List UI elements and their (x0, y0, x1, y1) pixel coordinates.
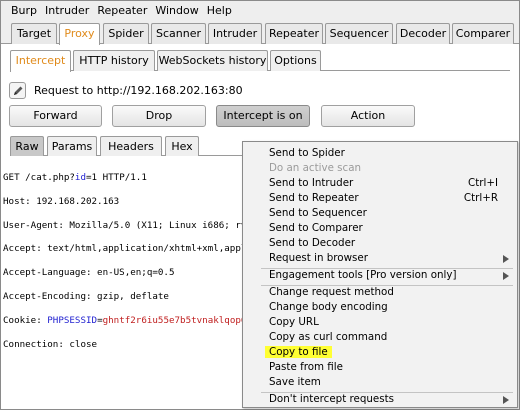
tab-hex[interactable]: Hex (165, 136, 199, 156)
submenu-arrow-icon (503, 396, 509, 404)
action-button[interactable]: Action (321, 105, 415, 127)
tab-headers[interactable]: Headers (100, 136, 162, 156)
submenu-arrow-icon (503, 255, 509, 263)
raw-request-editor[interactable]: GET /cat.php?id=1 HTTP/1.1 Host: 192.168… (3, 160, 248, 362)
menu-item-send-to-sequencer[interactable]: Send to Sequencer (243, 206, 517, 221)
shortcut-intruder: Ctrl+I (468, 177, 498, 189)
tab-decoder[interactable]: Decoder (396, 23, 450, 44)
tab-spider[interactable]: Spider (103, 23, 149, 44)
main-tab-bar: Target Proxy Spider Scanner Intruder Rep… (1, 20, 519, 45)
tab-scanner[interactable]: Scanner (151, 23, 206, 44)
menu-item-send-to-repeater[interactable]: Send to Repeater Ctrl+R (243, 191, 517, 206)
accept-encoding-header: Accept-Encoding: gzip, deflate (3, 290, 169, 302)
request-line: GET /cat.php?id=1 HTTP/1.1 (3, 171, 147, 183)
menu-item-send-to-decoder[interactable]: Send to Decoder (243, 236, 517, 251)
menu-item-engagement-tools[interactable]: Engagement tools [Pro version only] (243, 268, 517, 283)
edit-request-button[interactable] (9, 82, 26, 99)
menu-item-send-to-spider[interactable]: Send to Spider (243, 146, 517, 161)
tab-comparer[interactable]: Comparer (452, 23, 514, 44)
menu-item-active-scan: Do an active scan (269, 162, 362, 174)
menu-item-save-item[interactable]: Save item (243, 375, 517, 390)
menu-item-send-to-intruder[interactable]: Send to Intruder Ctrl+I (243, 176, 517, 191)
cookie-value: ghntf2r6iu55e7b5tvnaklqop6 (102, 314, 247, 326)
menu-item-paste-from-file[interactable]: Paste from file (243, 360, 517, 375)
menu-item-copy-as-curl[interactable]: Copy as curl command (243, 330, 517, 345)
menu-intruder[interactable]: Intruder (41, 1, 93, 20)
menu-bar: Burp Intruder Repeater Window Help (1, 1, 519, 20)
menu-item-copy-to-file[interactable]: Copy to file (243, 345, 517, 360)
tab-options[interactable]: Options (270, 50, 321, 71)
tab-proxy[interactable]: Proxy (59, 23, 100, 45)
menu-item-change-body-encoding[interactable]: Change body encoding (243, 300, 517, 315)
menu-item-request-in-browser[interactable]: Request in browser (243, 251, 517, 266)
host-header: Host: 192.168.202.163 (3, 195, 120, 207)
proxy-subtab-bar: Intercept HTTP history WebSockets histor… (10, 50, 510, 72)
forward-button[interactable]: Forward (9, 105, 102, 127)
cookie-header: Cookie: PHPSESSID=ghntf2r6iu55e7b5tvnakl… (3, 314, 247, 326)
menu-window[interactable]: Window (151, 1, 202, 20)
menu-repeater[interactable]: Repeater (93, 1, 151, 20)
tab-intruder[interactable]: Intruder (208, 23, 262, 44)
tab-params[interactable]: Params (47, 136, 97, 156)
connection-header: Connection: close (3, 338, 98, 350)
menu-burp[interactable]: Burp (7, 1, 41, 20)
cookie-name: PHPSESSID (47, 314, 98, 326)
highlighted-copy-to-file: Copy to file (265, 346, 332, 358)
tab-repeater[interactable]: Repeater (265, 23, 323, 44)
query-param-name: id (74, 171, 86, 183)
accept-language-header: Accept-Language: en-US,en;q=0.5 (3, 267, 175, 279)
request-target-label: Request to http://192.168.202.163:80 (34, 84, 243, 97)
context-menu: Send to Spider Do an active scan Send to… (242, 141, 518, 408)
pencil-icon (14, 86, 23, 95)
drop-button[interactable]: Drop (112, 105, 206, 127)
user-agent-header: User-Agent: Mozilla/5.0 (X11; Linux i686… (3, 219, 248, 231)
intercept-toggle-button[interactable]: Intercept is on (216, 105, 310, 127)
submenu-arrow-icon (503, 272, 509, 280)
accept-header: Accept: text/html,application/xhtml+xml,… (3, 243, 248, 255)
tab-http-history[interactable]: HTTP history (73, 50, 155, 71)
tab-target[interactable]: Target (11, 23, 57, 44)
tab-raw[interactable]: Raw (10, 136, 44, 156)
menu-item-change-request-method[interactable]: Change request method (243, 285, 517, 300)
menu-item-copy-url[interactable]: Copy URL (243, 315, 517, 330)
menu-help[interactable]: Help (203, 1, 236, 20)
tab-intercept[interactable]: Intercept (10, 50, 71, 72)
shortcut-repeater: Ctrl+R (463, 192, 498, 204)
menu-item-dont-intercept[interactable]: Don't intercept requests (243, 392, 517, 407)
tab-sequencer[interactable]: Sequencer (325, 23, 393, 44)
tab-websockets-history[interactable]: WebSockets history (157, 50, 268, 71)
menu-item-send-to-comparer[interactable]: Send to Comparer (243, 221, 517, 236)
